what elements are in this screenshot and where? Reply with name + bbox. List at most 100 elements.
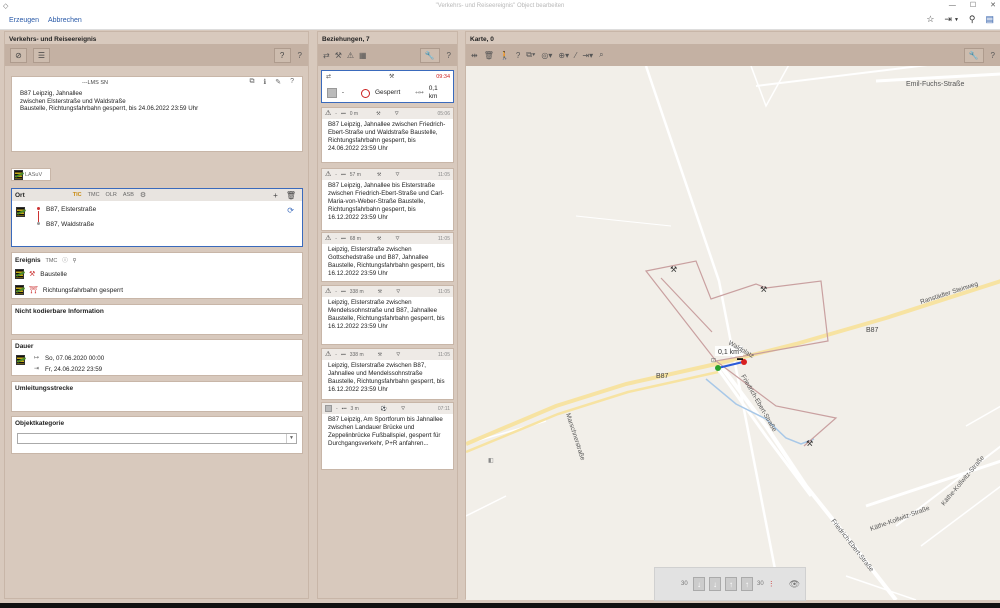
event-toolbar: ⊘ ☰ ? ? — [5, 44, 308, 66]
add-icon[interactable]: + — [273, 191, 278, 200]
trash-icon[interactable]: 🗑 — [484, 51, 494, 60]
olr-tag[interactable]: OLR — [106, 192, 117, 198]
fit-width-icon[interactable]: ⇹ — [471, 51, 478, 60]
relation-card[interactable]: - ▪━ 3 m ⚽ ⛛ 07:11 B87 Leipzig, Am Sportforum… — [321, 402, 454, 470]
search-icon[interactable]: ⌕ — [599, 50, 603, 60]
swap-direction-icon[interactable]: ⟳ — [287, 206, 294, 215]
object-category-select[interactable]: ▼ — [17, 433, 297, 444]
tools-menu-button[interactable]: 🔧 — [963, 47, 984, 63]
uncodable-info-section[interactable]: Nicht kodierbare Information — [11, 304, 303, 335]
document-icon[interactable]: ▦ — [359, 51, 367, 60]
road-icon: ⛛ — [395, 171, 400, 178]
relation-distance: 0,1 km — [428, 85, 438, 100]
compass-icon[interactable]: ◎▾ — [541, 51, 552, 60]
relation-text: B87 Leipzig, Jahnallee bis Elsterstraße … — [328, 182, 444, 221]
map-label-b87-west: B87 — [656, 373, 669, 380]
relation-text: Leipzig, Elsterstraße zwischen B87, Jahn… — [328, 362, 445, 393]
help-icon[interactable]: ? — [991, 51, 995, 60]
copy-icon[interactable]: ⧉ — [250, 78, 255, 86]
relation-card[interactable]: ⚠ - ▪━ 68 m ⚒ ⛛ 11:05 Leipzig, Elsterstraße zw… — [321, 232, 454, 282]
layer-min-label: 30 — [681, 581, 688, 587]
info-icon[interactable]: ℹ — [264, 78, 267, 86]
layer-up-button[interactable]: ↑ — [725, 577, 737, 591]
layer-up-button[interactable]: ↑ — [741, 577, 753, 591]
map-link-icon[interactable]: ⇄ — [323, 51, 330, 60]
dash-icon: - — [335, 110, 337, 117]
asb-tag[interactable]: ASB — [123, 192, 134, 198]
relation-time: 05:06 — [437, 110, 450, 117]
cancel-button[interactable]: Abbrechen — [48, 17, 82, 24]
layers-icon[interactable]: ⧉▾ — [526, 50, 535, 60]
help-icon[interactable]: ? — [447, 51, 451, 60]
relation-card[interactable]: ⚠ - ▪━ 338 m ⚒ ⛛ 11:05 Leipzig, Elsterstraße z… — [321, 348, 454, 400]
relations-panel: Beziehungen, 7 ⇄ ⚒ ⚠ ▦ 🔧 ? ⇄ ⚒ 09:34 - G… — [317, 31, 458, 599]
relation-text: Leipzig, Elsterstraße zwischen Mendelsso… — [328, 299, 445, 330]
export-icon[interactable]: ⇥ — [944, 14, 952, 25]
warning-icon: ⚠ — [325, 287, 332, 295]
globe-icon[interactable]: ⊕▾ — [558, 51, 569, 60]
end-icon: ⇥ — [34, 366, 40, 372]
duration-start: So, 07.06.2020 00:00 — [45, 355, 105, 362]
route-marker-icon[interactable]: ⋮ — [768, 580, 775, 588]
relation-card[interactable]: ⚠ - ▪━ 0 m ⚒ ⛛ 05:06 B87 Leipzig, Jahnallee zw… — [321, 107, 454, 163]
description-card: ---LMS SN ⧉ ℹ ✎ ? B87 Leipzig, Jahnallee… — [11, 76, 303, 152]
edit-icon[interactable]: ✎ — [275, 78, 281, 86]
roadworks-icon[interactable]: ⚒ — [335, 51, 342, 60]
distance-icon: ↤↦ — [415, 90, 424, 96]
map-canvas[interactable]: ⚒ ⚒ ⚒ ⊡ ▬ ◧ 0,1 km Emil-Fuchs-Straße Ran… — [466, 66, 1000, 600]
star-icon[interactable]: ☆ — [926, 14, 934, 25]
lane-icon: ▪━ — [340, 171, 346, 178]
settings-icon[interactable]: ⚙ — [140, 191, 146, 199]
eye-icon[interactable]: 👁 — [789, 579, 800, 590]
chevron-down-icon[interactable]: ▼ — [954, 17, 959, 23]
saxony-coat-of-arms-icon — [15, 285, 24, 295]
roadworks-icon: ⚒ — [377, 288, 383, 295]
org-tab[interactable]: LASuV — [11, 168, 51, 181]
duration-section: Dauer ↦ So, 07.06.2020 00:00 ⇥ Fr, 24.06… — [11, 339, 303, 376]
relation-dash: - — [341, 89, 345, 96]
relation-card[interactable]: ⚠ - ▪━ 57 m ⚒ ⛛ 11:05 B87 Leipzig, Jahnallee b… — [321, 168, 454, 231]
pin-icon[interactable]: ⚲ — [73, 258, 77, 264]
info-icon[interactable]: ⓘ — [62, 258, 68, 264]
chevron-down-icon[interactable]: ▼ — [286, 434, 296, 443]
lane-icon: ▪━ — [340, 351, 346, 358]
tic-tag[interactable]: TIC — [73, 192, 82, 198]
saxony-coat-of-arms-icon — [15, 269, 24, 279]
maximize-icon[interactable]: ☐ — [970, 0, 976, 11]
roadworks-icon: ⚒ — [389, 74, 395, 80]
status-button[interactable]: ⊘ — [10, 47, 27, 63]
layer-down-button[interactable]: ↓ — [693, 577, 705, 591]
magic-wand-icon[interactable]: ⁄ — [575, 51, 576, 60]
walk-icon[interactable]: 🚶 — [500, 51, 510, 60]
help-icon[interactable]: ? — [290, 78, 294, 86]
dash-icon: - — [335, 235, 337, 242]
tmc-tag[interactable]: TMC — [88, 192, 100, 198]
layer-down-button[interactable]: ↓ — [709, 577, 721, 591]
help-icon[interactable]: ? — [516, 51, 520, 60]
create-button[interactable]: Erzeugen — [9, 17, 39, 24]
export-icon[interactable]: ⇥▾ — [582, 51, 593, 60]
road-icon: ⛛ — [396, 288, 401, 295]
help-icon[interactable]: ? — [298, 51, 302, 60]
tools-menu-button[interactable]: 🔧 — [419, 47, 440, 63]
relation-time: 09:34 — [436, 74, 450, 80]
pin-icon[interactable]: ⚲ — [969, 14, 976, 25]
map-header: Karte, 0 — [466, 32, 1000, 44]
chat-icon[interactable]: ▤ — [985, 14, 994, 25]
minimize-icon[interactable]: — — [949, 0, 956, 11]
road-icon: ⛛ — [401, 405, 406, 412]
delete-icon[interactable]: 🗑 — [286, 191, 296, 200]
list-button[interactable]: ☰ — [33, 47, 50, 63]
help-menu-button[interactable]: ? — [273, 47, 291, 63]
relation-distance: 3 m — [350, 405, 359, 412]
close-icon[interactable]: ✕ — [990, 0, 996, 11]
relation-card[interactable]: ⚠ - ▪━ 338 m ⚒ ⛛ 11:05 Leipzig, Elsterstraße z… — [321, 285, 454, 345]
location-section: Ort TIC TMC OLR ASB ⚙ + 🗑 B87, Elsterstr… — [11, 188, 303, 247]
warning-icon: ⚠ — [325, 109, 332, 117]
warning-icon[interactable]: ⚠ — [347, 51, 354, 60]
taskbar — [0, 603, 1000, 608]
selected-relation-card[interactable]: ⇄ ⚒ 09:34 - Gesperrt ↤↦ 0,1 km — [321, 70, 454, 103]
event-tmc-tag[interactable]: TMC — [45, 258, 57, 264]
layer-max-label: 30 — [757, 581, 764, 587]
detour-section[interactable]: Umleitungsstrecke — [11, 381, 303, 412]
